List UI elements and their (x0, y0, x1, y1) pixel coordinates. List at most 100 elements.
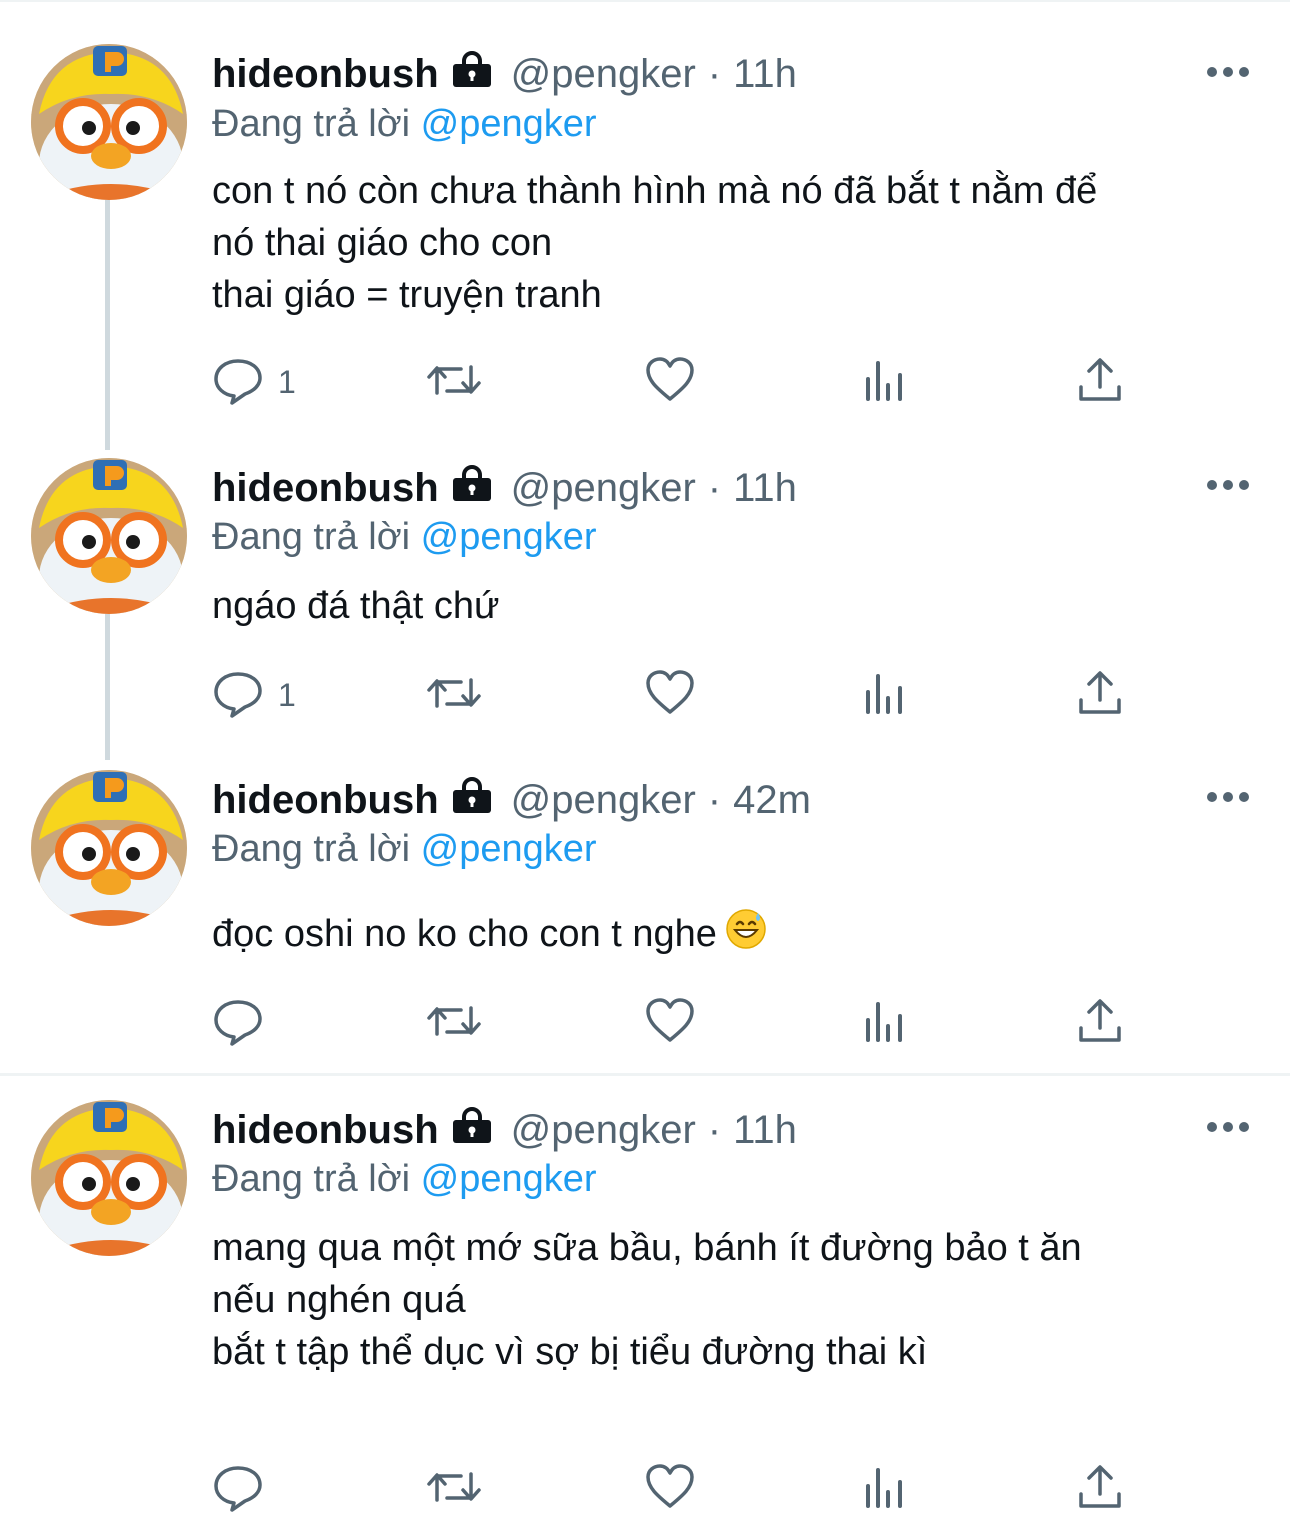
tweet-text: ngáo đá thật chứ (212, 580, 1252, 632)
views-icon (862, 1462, 908, 1517)
tweet-header: hideonbush @pengker · 11h (212, 48, 797, 100)
avatar-image (31, 458, 187, 614)
thread-line (105, 610, 110, 760)
share-button[interactable] (1077, 1464, 1123, 1514)
reply-count: 1 (278, 363, 296, 400)
timestamp[interactable]: 42m (733, 774, 811, 826)
views-button[interactable] (862, 670, 908, 720)
lock-icon (447, 48, 497, 100)
tweet-text: con t nó còn chưa thành hình mà nó đã bắ… (212, 165, 1252, 321)
views-icon (862, 355, 908, 410)
tweet-3[interactable]: hideonbush @pengker · 42m Đang trả lời @… (0, 740, 1290, 1074)
views-button[interactable] (862, 1464, 908, 1514)
user-handle[interactable]: @pengker (511, 462, 696, 514)
replying-to: Đang trả lời @pengker (212, 1154, 597, 1204)
like-icon (644, 355, 696, 410)
share-icon (1077, 996, 1123, 1051)
retweet-icon (425, 668, 483, 723)
tweet-2[interactable]: hideonbush @pengker · 11h Đang trả lời @… (0, 420, 1290, 760)
replying-to: Đang trả lời @pengker (212, 99, 597, 149)
tweet-1[interactable]: hideonbush @pengker · 11h Đang trả lời @… (0, 0, 1290, 450)
reply-count: 1 (278, 676, 296, 713)
timestamp[interactable]: 11h (733, 48, 797, 100)
retweet-button[interactable] (425, 670, 483, 720)
retweet-button[interactable] (425, 357, 483, 407)
replying-mention[interactable]: @pengker (421, 1158, 597, 1200)
tweet-text-line: nếu nghén quá (212, 1279, 466, 1321)
grinning-sweat-emoji (725, 908, 767, 964)
reply-button[interactable]: 1 (212, 670, 296, 720)
display-name[interactable]: hideonbush (212, 462, 439, 514)
timestamp[interactable]: 11h (733, 462, 797, 514)
avatar-image (31, 770, 187, 926)
views-button[interactable] (862, 998, 908, 1048)
more-icon[interactable] (1206, 62, 1250, 82)
retweet-icon (425, 996, 483, 1051)
reply-button[interactable] (212, 998, 264, 1048)
replying-label: Đang trả lời (212, 828, 411, 870)
tweet-text-line: thai giáo = truyện tranh (212, 274, 602, 316)
display-name[interactable]: hideonbush (212, 1104, 439, 1156)
thread-line (105, 195, 110, 450)
avatar-image (31, 44, 187, 200)
retweet-button[interactable] (425, 998, 483, 1048)
user-handle[interactable]: @pengker (511, 774, 696, 826)
more-icon[interactable] (1206, 475, 1250, 495)
reply-icon (212, 996, 264, 1051)
reply-button[interactable] (212, 1464, 264, 1514)
tweet-text-content: đọc oshi no ko cho con t nghe (212, 913, 717, 956)
share-button[interactable] (1077, 998, 1123, 1048)
user-handle[interactable]: @pengker (511, 1104, 696, 1156)
tweet-header: hideonbush @pengker · 11h (212, 462, 797, 514)
separator-dot: · (707, 778, 722, 822)
lock-icon (447, 1104, 497, 1156)
replying-to: Đang trả lời @pengker (212, 512, 597, 562)
reply-icon (212, 355, 264, 410)
like-icon (644, 668, 696, 723)
tweet-text-line: đọc oshi no ko cho con t nghe (212, 908, 1252, 964)
replying-mention[interactable]: @pengker (421, 516, 597, 558)
share-icon (1077, 1462, 1123, 1517)
share-icon (1077, 668, 1123, 723)
retweet-icon (425, 1462, 483, 1517)
lock-icon (447, 774, 497, 826)
tweet-4[interactable]: hideonbush @pengker · 11h Đang trả lời @… (0, 1076, 1290, 1534)
timestamp[interactable]: 11h (733, 1104, 797, 1156)
share-button[interactable] (1077, 357, 1123, 407)
display-name[interactable]: hideonbush (212, 774, 439, 826)
share-icon (1077, 355, 1123, 410)
reply-button[interactable]: 1 (212, 357, 296, 407)
replying-mention[interactable]: @pengker (421, 103, 597, 145)
views-button[interactable] (862, 357, 908, 407)
tweet-header: hideonbush @pengker · 11h (212, 1104, 797, 1156)
replying-to: Đang trả lời @pengker (212, 824, 597, 874)
replying-mention[interactable]: @pengker (421, 828, 597, 870)
like-button[interactable] (644, 355, 696, 410)
like-icon (644, 996, 696, 1051)
separator-dot: · (707, 1108, 722, 1152)
retweet-button[interactable] (425, 1464, 483, 1514)
views-icon (862, 996, 908, 1051)
avatar[interactable] (31, 458, 187, 614)
user-handle[interactable]: @pengker (511, 48, 696, 100)
separator-dot: · (707, 466, 722, 510)
tweet-text-line: nó thai giáo cho con (212, 222, 553, 264)
like-button[interactable] (644, 1463, 696, 1514)
tweet-header: hideonbush @pengker · 42m (212, 774, 811, 826)
display-name[interactable]: hideonbush (212, 48, 439, 100)
like-button[interactable] (644, 996, 696, 1051)
replying-label: Đang trả lời (212, 1158, 411, 1200)
more-icon[interactable] (1206, 787, 1250, 807)
tweet-text: mang qua một mớ sữa bầu, bánh ít đường b… (212, 1222, 1252, 1378)
more-icon[interactable] (1206, 1117, 1250, 1137)
tweet-text: đọc oshi no ko cho con t nghe (212, 908, 1252, 964)
replying-label: Đang trả lời (212, 103, 411, 145)
like-button[interactable] (644, 668, 696, 723)
tweet-text-line: con t nó còn chưa thành hình mà nó đã bắ… (212, 170, 1098, 212)
share-button[interactable] (1077, 670, 1123, 720)
avatar[interactable] (31, 1100, 187, 1256)
avatar[interactable] (31, 44, 187, 200)
tweet-text-line: ngáo đá thật chứ (212, 585, 500, 627)
avatar[interactable] (31, 770, 187, 926)
retweet-icon (425, 355, 483, 410)
